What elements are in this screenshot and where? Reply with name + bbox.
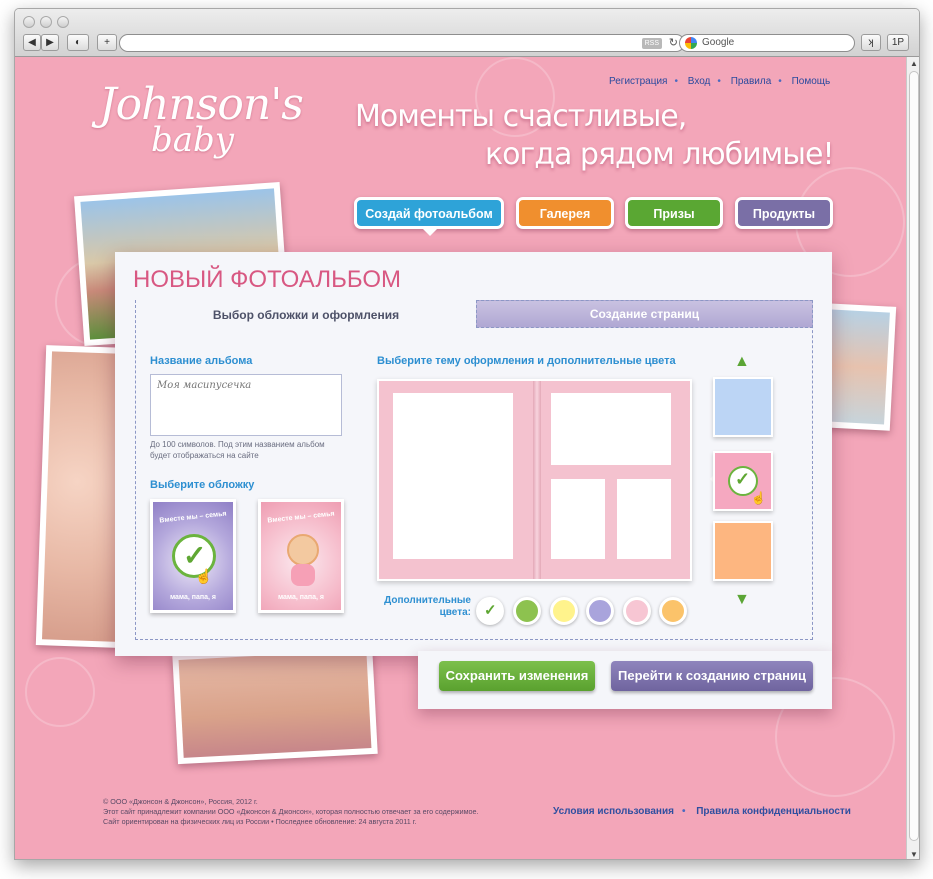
page-viewport: Johnson's baby Регистрация • Вход • Правил… xyxy=(15,57,906,859)
color-swatch-lavender[interactable] xyxy=(586,597,614,625)
cover-text-bottom: мама, папа, я xyxy=(169,594,217,601)
back-arrow-icon: ◀ xyxy=(28,37,36,48)
cover-text-top: Вместе мы – семья xyxy=(267,510,335,525)
link-terms[interactable]: Условия использования xyxy=(553,806,674,817)
link-rules[interactable]: Правила xyxy=(731,76,772,87)
top-links: Регистрация • Вход • Правила • Помощь xyxy=(609,76,831,87)
google-icon xyxy=(685,37,697,49)
1password-extension-button[interactable]: 1P xyxy=(887,34,909,51)
decorative-photo-family xyxy=(172,643,378,765)
headline-line-1: Моменты счастливые, xyxy=(355,99,687,134)
link-privacy[interactable]: Правила конфиденциальности xyxy=(696,806,851,817)
editor-tabs: Выбор обложки и оформления Создание стра… xyxy=(135,300,813,640)
address-bar[interactable]: RSS ↻ xyxy=(119,34,685,52)
background-pattern xyxy=(25,657,95,727)
hand-cursor-icon: ☝ xyxy=(195,568,213,584)
color-swatch-yellow[interactable] xyxy=(550,597,578,625)
forward-arrow-icon: ▶ xyxy=(46,37,54,48)
photo-slot[interactable] xyxy=(617,479,671,559)
scrollbar-thumb[interactable] xyxy=(909,71,919,841)
footer-links: Условия использования • Правила конфиденц… xyxy=(553,806,851,817)
nav-create-album[interactable]: Создай фотоальбом xyxy=(354,197,504,236)
extra-colors-label-line1: Дополнительные xyxy=(384,595,471,606)
page-title: НОВЫЙ ФОТОАЛЬБОМ xyxy=(133,266,401,293)
checkmark-icon: ✓ xyxy=(735,469,751,489)
cover-text-top: Вместе мы – семья xyxy=(159,510,227,525)
johnsons-baby-logo[interactable]: Johnson's baby xyxy=(99,79,304,160)
album-spine xyxy=(533,381,541,579)
album-name-label: Название альбома xyxy=(150,355,253,367)
theme-label: Выберите тему оформления и дополнительны… xyxy=(377,355,676,367)
scroll-down-arrow-icon[interactable]: ▼ xyxy=(910,850,918,859)
checkmark-icon: ✓ xyxy=(484,602,497,619)
theme-option-pink-selected[interactable]: ✓ ☝ xyxy=(713,451,773,511)
minimize-window-button[interactable] xyxy=(40,16,52,28)
headline-line-2: когда рядом любимые! xyxy=(485,137,834,172)
evernote-extension-button[interactable]: ʞ xyxy=(861,34,881,51)
search-placeholder: Google xyxy=(702,37,735,48)
cover-text-bottom: мама, папа, я xyxy=(277,594,325,601)
link-registration[interactable]: Регистрация xyxy=(609,76,667,87)
safari-button[interactable]: ◐ xyxy=(67,34,89,51)
forward-button[interactable]: ▶ xyxy=(41,34,59,51)
tab-page-creation[interactable]: Создание страниц xyxy=(476,300,813,328)
hand-cursor-icon: ☝ xyxy=(751,491,766,505)
nav-prizes[interactable]: Призы xyxy=(625,197,723,229)
footer-line-3: Сайт ориентирован на физических лиц из Р… xyxy=(103,817,417,826)
color-swatch-pink[interactable] xyxy=(623,597,651,625)
photo-slot[interactable] xyxy=(551,479,605,559)
themes-down-arrow-icon[interactable]: ▼ xyxy=(734,591,750,609)
extra-colors-label-line2: цвета: xyxy=(439,607,471,618)
cover-label: Выберите обложку xyxy=(150,479,255,491)
zoom-window-button[interactable] xyxy=(57,16,69,28)
cover-option-selected[interactable]: Вместе мы – семья ✓ ☝ мама, папа, я xyxy=(150,499,236,613)
footer-line-2: Этот сайт принадлежит компании ООО «Джон… xyxy=(103,807,479,816)
album-name-field[interactable]: Моя масипусечка xyxy=(150,374,342,436)
back-button[interactable]: ◀ xyxy=(23,34,41,51)
color-swatch-white[interactable]: ✓ xyxy=(476,597,504,625)
browser-toolbar: ◀ ▶ ◐ + RSS ↻ Google ʞ 1P xyxy=(15,9,919,57)
vertical-scrollbar[interactable]: ▲ ▼ xyxy=(906,57,919,859)
search-input[interactable]: Google xyxy=(679,34,855,52)
footer-line-1: © ООО «Джонсон & Джонсон», Россия, 2012 … xyxy=(103,797,258,806)
color-swatch-orange[interactable] xyxy=(659,597,687,625)
evernote-icon: ʞ xyxy=(868,37,874,48)
photo-slot[interactable] xyxy=(393,393,513,559)
link-login[interactable]: Вход xyxy=(688,76,711,87)
reload-icon[interactable]: ↻ xyxy=(669,36,678,49)
browser-window: ◀ ▶ ◐ + RSS ↻ Google ʞ 1P Johnson's baby… xyxy=(14,8,920,860)
1password-icon: 1P xyxy=(891,37,905,48)
plus-icon: + xyxy=(104,37,110,48)
baby-illustration xyxy=(287,534,319,566)
scroll-up-arrow-icon[interactable]: ▲ xyxy=(910,59,918,68)
cover-option[interactable]: Вместе мы – семья мама, папа, я xyxy=(258,499,344,613)
go-to-pages-button[interactable]: Перейти к созданию страниц xyxy=(611,661,813,691)
themes-up-arrow-icon[interactable]: ▲ xyxy=(734,353,750,371)
link-help[interactable]: Помощь xyxy=(792,76,831,87)
rss-icon[interactable]: RSS xyxy=(641,38,662,49)
tab-cover-design[interactable]: Выбор обложки и оформления xyxy=(136,300,476,330)
save-button[interactable]: Сохранить изменения xyxy=(439,661,595,691)
add-bookmark-button[interactable]: + xyxy=(97,34,117,51)
compass-icon: ◐ xyxy=(74,37,82,48)
album-editor-panel: НОВЫЙ ФОТОАЛЬБОМ Выбор обложки и оформле… xyxy=(115,252,832,656)
baby-body-illustration xyxy=(291,564,315,586)
theme-option-orange[interactable] xyxy=(713,521,773,581)
footer-copyright: © ООО «Джонсон & Джонсон», Россия, 2012 … xyxy=(103,797,479,827)
color-swatch-green[interactable] xyxy=(513,597,541,625)
nav-products[interactable]: Продукты xyxy=(735,197,833,229)
photo-slot[interactable] xyxy=(551,393,671,465)
close-window-button[interactable] xyxy=(23,16,35,28)
theme-option-blue[interactable] xyxy=(713,377,773,437)
nav-gallery[interactable]: Галерея xyxy=(516,197,614,229)
album-name-hint: До 100 символов. Под этим названием альб… xyxy=(150,440,325,460)
album-preview xyxy=(377,379,692,581)
extra-colors-label: Дополнительные цвета: xyxy=(377,595,471,619)
